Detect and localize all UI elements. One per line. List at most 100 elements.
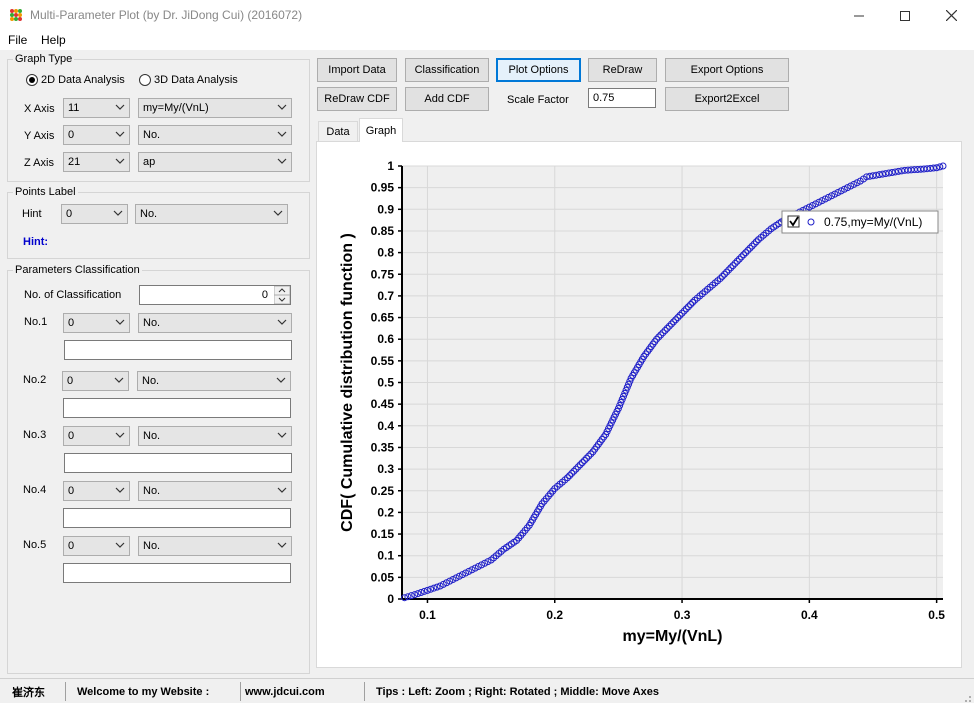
y-tick-label: 0 [387,592,394,606]
classification-count-stepper[interactable]: 0 [139,285,291,305]
chevron-down-icon [277,104,287,110]
class-3-param-select[interactable]: No. [138,426,292,446]
chevron-down-icon [277,432,287,438]
chevron-down-icon [115,432,125,438]
y-axis-title: CDF( Cumulative distribution function ) [339,233,356,532]
x-tick-label: 0.5 [928,608,945,622]
x-tick-label: 0.3 [674,608,691,622]
plot-options-button[interactable]: Plot Options [496,58,581,82]
y-tick-label: 1 [387,159,394,173]
x-axis-index-select[interactable]: 11 [63,98,130,118]
class-5-param-value: No. [143,540,161,552]
points-label-group [7,192,310,259]
class-5-index-select[interactable]: 0 [63,536,130,556]
hint-text: Hint: [23,236,49,248]
hint-param-select[interactable]: No. [135,204,288,224]
class-4-index-value: 0 [68,485,75,497]
y-tick-label: 0.25 [371,484,395,498]
y-tick-label: 0.7 [377,289,394,303]
export2excel-button[interactable]: Export2Excel [665,87,789,111]
minimize-icon[interactable] [836,0,882,31]
spinner-arrows-icon[interactable] [274,286,290,304]
chevron-down-icon [115,131,125,137]
class-4-index-select[interactable]: 0 [63,481,130,501]
y-tick-label: 0.65 [371,311,395,325]
y-tick-label: 0.75 [371,267,395,281]
x-tick-label: 0.4 [801,608,818,622]
status-bar: 崔济东 Welcome to my Website : www.jdcui.co… [0,678,974,703]
z-axis-param-select[interactable]: ap [138,152,292,172]
status-separator [364,682,365,701]
resize-grip-icon[interactable] [960,691,972,703]
y-tick-label: 0.9 [377,202,394,216]
z-axis-index-select[interactable]: 21 [63,152,130,172]
class-3-value-input[interactable] [64,453,292,473]
classification-count-value: 0 [261,289,268,301]
y-axis-index-select[interactable]: 0 [63,125,130,145]
maximize-icon[interactable] [882,0,928,31]
tab-data[interactable]: Data [318,121,358,141]
class-2-value-input[interactable] [63,398,291,418]
class-5-label: No.5 [23,539,47,551]
scale-factor-label: Scale Factor [507,94,569,106]
y-tick-label: 0.55 [371,354,395,368]
y-axis-index-value: 0 [68,129,75,141]
radio-2d[interactable] [26,74,38,86]
class-1-param-value: No. [143,317,161,329]
scale-factor-input[interactable]: 0.75 [588,88,656,108]
class-4-label: No.4 [23,484,47,496]
class-2-index-select[interactable]: 0 [62,371,129,391]
y-axis-param-select[interactable]: No. [138,125,292,145]
y-tick-label: 0.35 [371,440,395,454]
y-tick-label: 0.1 [377,549,394,563]
class-3-index-value: 0 [68,430,75,442]
classification-count-label: No. of Classification [24,289,122,301]
tab-graph[interactable]: Graph [359,118,403,142]
class-4-param-select[interactable]: No. [138,481,292,501]
hint-index-value: 0 [66,208,73,220]
z-axis-param-value: ap [143,156,156,168]
y-axis-param-value: No. [143,129,161,141]
y-tick-label: 0.8 [377,246,394,260]
class-1-param-select[interactable]: No. [138,313,292,333]
export-options-button[interactable]: Export Options [665,58,789,82]
classification-title: Parameters Classification [13,264,142,276]
radio-3d[interactable] [139,74,151,86]
window-title: Multi-Parameter Plot (by Dr. JiDong Cui)… [30,8,303,22]
cdf-chart[interactable]: 0 0.05 0.1 0.15 0.2 0.25 0.3 0.35 0.4 0.45 0.5 0.55… [316,141,962,668]
x-axis-param-select[interactable]: my=My/(VnL) [138,98,292,118]
chevron-down-icon [115,104,125,110]
redraw-cdf-button[interactable]: ReDraw CDF [317,87,397,111]
class-1-index-select[interactable]: 0 [63,313,130,333]
status-welcome: Welcome to my Website : [77,685,210,698]
chevron-down-icon [276,377,286,383]
class-4-param-value: No. [143,485,161,497]
class-1-index-value: 0 [68,317,75,329]
close-icon[interactable] [928,0,974,31]
class-1-label: No.1 [24,316,48,328]
class-1-value-input[interactable] [64,340,292,360]
radio-3d-label[interactable]: 3D Data Analysis [154,74,238,86]
class-2-param-select[interactable]: No. [137,371,291,391]
class-3-index-select[interactable]: 0 [63,426,130,446]
x-axis-index-value: 11 [68,102,80,114]
classification-button[interactable]: Classification [405,58,489,82]
menu-file[interactable]: File [8,33,27,47]
radio-2d-label[interactable]: 2D Data Analysis [41,74,125,86]
import-data-button[interactable]: Import Data [317,58,397,82]
hint-index-select[interactable]: 0 [61,204,128,224]
chevron-down-icon [277,319,287,325]
z-axis-index-value: 21 [68,156,81,168]
y-tick-label: 0.3 [377,462,394,476]
y-tick-label: 0.15 [371,527,395,541]
menu-help[interactable]: Help [41,33,66,47]
chevron-down-icon [277,487,287,493]
class-5-value-input[interactable] [63,563,291,583]
class-4-value-input[interactable] [63,508,291,528]
hint-label: Hint [22,208,42,220]
redraw-button[interactable]: ReDraw [588,58,657,82]
status-website[interactable]: www.jdcui.com [235,682,360,701]
chevron-down-icon [115,542,125,548]
add-cdf-button[interactable]: Add CDF [405,87,489,111]
class-5-param-select[interactable]: No. [138,536,292,556]
